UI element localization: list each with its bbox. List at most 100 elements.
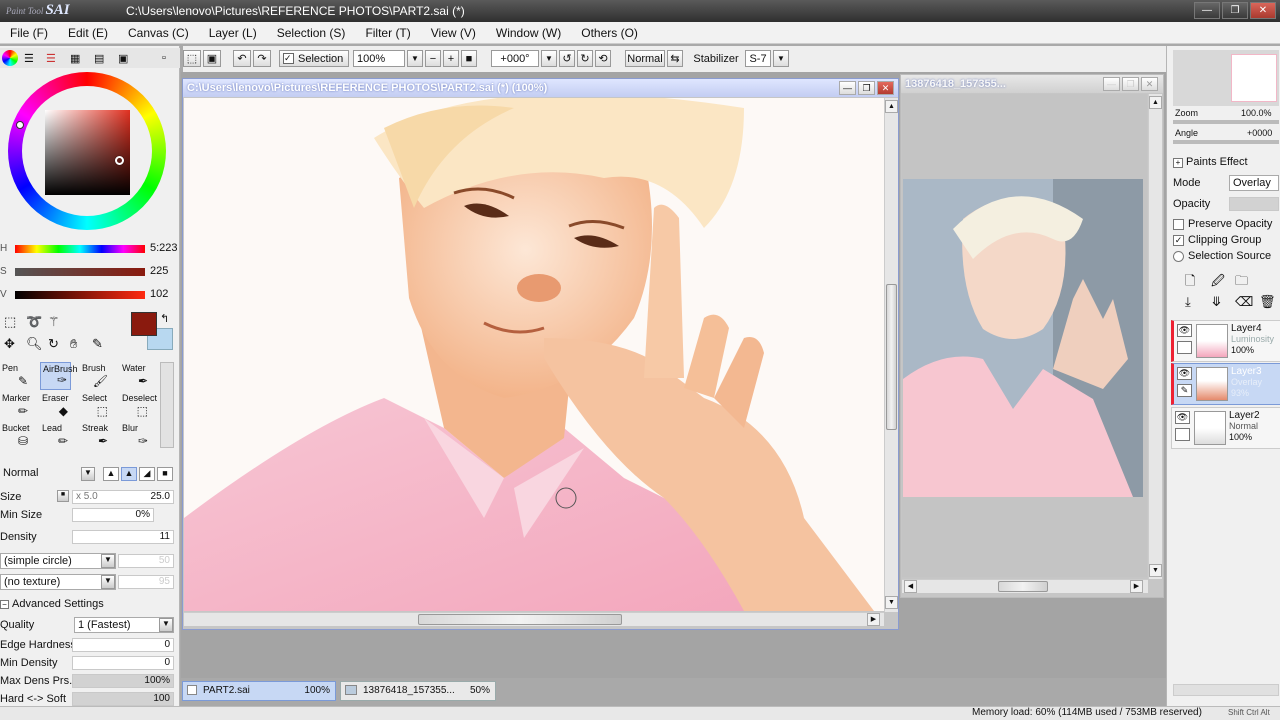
panel-menu-icon[interactable]: ▫ xyxy=(162,52,166,64)
layer-visibility-eye-icon[interactable]: 👁 xyxy=(1177,324,1192,337)
brush-texture-select[interactable]: (no texture) xyxy=(0,574,116,590)
zoom-icon[interactable]: 🔍︎ xyxy=(26,336,43,352)
color-picker-cursor[interactable] xyxy=(115,156,124,165)
menu-selection[interactable]: Selection (S) xyxy=(267,26,356,40)
primary-color-swatch[interactable] xyxy=(131,312,157,336)
marquee-icon[interactable]: ⬚ xyxy=(4,314,16,330)
nav-zoom-slider[interactable] xyxy=(1173,120,1279,124)
zoom-reset-icon[interactable]: ■ xyxy=(461,50,477,67)
tool-grid-scrollbar[interactable] xyxy=(160,362,174,448)
tool-brush[interactable]: Brush 🖌︎ xyxy=(80,362,111,390)
hard-soft-slider[interactable]: 100 xyxy=(72,692,174,706)
menu-canvas[interactable]: Canvas (C) xyxy=(118,26,199,40)
zoom-out-icon[interactable]: − xyxy=(425,50,441,67)
merge-down-icon[interactable]: ⤋ xyxy=(1211,294,1222,310)
tool-marker[interactable]: Marker ✏︎ xyxy=(0,392,31,420)
deselect-tool-icon[interactable]: ⬚ xyxy=(183,50,201,67)
document-tab-reference[interactable]: 13876418_157355... 50% xyxy=(340,681,496,701)
tool-blur[interactable]: Blur ✑ xyxy=(120,422,151,450)
canvas-horizontal-scrollbar[interactable]: ▶ xyxy=(184,612,884,626)
scratchpad-tab-icon[interactable]: ▤ xyxy=(94,52,104,65)
tool-bucket[interactable]: Bucket ⛁ xyxy=(0,422,31,450)
brush-shape-select[interactable]: (simple circle) xyxy=(0,553,116,569)
layer-mode-select[interactable]: Overlay xyxy=(1229,175,1279,191)
selection-toggle[interactable]: ✓ Selection xyxy=(279,50,349,67)
layer-lock-toggle[interactable] xyxy=(1175,428,1190,441)
rotate-reset-icon[interactable]: ⟲ xyxy=(595,50,611,67)
advanced-settings-toggle[interactable]: − Advanced Settings xyxy=(0,598,178,610)
tool-select[interactable]: Select ⬚ xyxy=(80,392,111,420)
min-density-slider[interactable]: 0 xyxy=(72,656,174,670)
new-linework-layer-icon[interactable]: 🖉 xyxy=(1211,272,1225,294)
color-wheel-tab-icon[interactable] xyxy=(2,50,18,66)
invert-selection-icon[interactable]: ▣ xyxy=(203,50,221,67)
swatches-tab-icon[interactable]: ▦ xyxy=(70,52,80,65)
reference-minimize-button[interactable]: — xyxy=(1103,77,1120,91)
canvas-close-button[interactable]: ✕ xyxy=(877,81,894,95)
minimize-button[interactable]: — xyxy=(1194,2,1220,19)
menu-file[interactable]: File (F) xyxy=(0,26,58,40)
rgb-slider-tab-icon[interactable]: ☰ xyxy=(24,52,34,65)
layer-item-selected[interactable]: 👁 ✎ Layer3 Overlay 93% xyxy=(1171,363,1280,405)
delete-layer-icon[interactable]: 🗑 xyxy=(1259,294,1276,310)
new-folder-icon[interactable]: 🗀 xyxy=(1235,272,1248,294)
undo-icon[interactable]: ↶ xyxy=(233,50,251,67)
min-size-slider[interactable]: 0% xyxy=(72,508,154,522)
move-icon[interactable]: ✥ xyxy=(4,336,15,352)
menu-filter[interactable]: Filter (T) xyxy=(355,26,420,40)
clear-layer-icon[interactable]: ⌫ xyxy=(1235,294,1253,310)
close-button[interactable]: ✕ xyxy=(1250,2,1276,19)
layer-visibility-eye-icon[interactable]: 👁 xyxy=(1177,367,1192,380)
canvas-vertical-scrollbar[interactable]: ▲ ▼ xyxy=(884,98,898,612)
tool-eraser[interactable]: Eraser ◆ xyxy=(40,392,71,420)
brush-texture-dropdown-icon[interactable]: ▼ xyxy=(101,575,115,589)
tool-water[interactable]: Water ✒ xyxy=(120,362,151,390)
menu-edit[interactable]: Edit (E) xyxy=(58,26,118,40)
blend-mode-dropdown-icon[interactable]: ▼ xyxy=(81,467,95,481)
hue-slider[interactable]: H 5:223 xyxy=(0,242,180,255)
new-layer-icon[interactable]: 🗋 xyxy=(1185,272,1195,294)
layer-item[interactable]: 👁 Layer2 Normal 100% xyxy=(1171,407,1280,449)
magic-wand-icon[interactable]: ⚚ xyxy=(48,314,60,330)
hand-icon[interactable]: ✋︎ xyxy=(70,336,77,352)
canvas-minimize-button[interactable]: — xyxy=(839,81,856,95)
hue-cursor[interactable] xyxy=(16,121,24,129)
size-slider[interactable]: x 5.0 25.0 xyxy=(72,490,174,504)
blend-mode-select[interactable]: Normal xyxy=(0,466,94,482)
menu-view[interactable]: View (V) xyxy=(421,26,486,40)
density-slider[interactable]: 11 xyxy=(72,530,174,544)
document-tab-part2[interactable]: PART2.sai 100% xyxy=(182,681,336,701)
stabilizer-dropdown-icon[interactable]: ▼ xyxy=(773,50,789,67)
layer-brush-icon[interactable]: ✎ xyxy=(1177,384,1192,397)
rotate-icon[interactable]: ↻ xyxy=(48,336,59,352)
tool-pen[interactable]: Pen ✎ xyxy=(0,362,31,390)
angle-field[interactable]: +000° xyxy=(491,50,539,67)
rotate-left-icon[interactable]: ↺ xyxy=(559,50,575,67)
paints-effect-toggle[interactable]: + Paints Effect xyxy=(1173,156,1248,168)
reference-vertical-scrollbar[interactable]: ▲ ▼ xyxy=(1148,94,1162,579)
hard-shape-icon[interactable]: ▲ xyxy=(103,467,119,481)
canvas-maximize-button[interactable]: ❐ xyxy=(858,81,875,95)
drawing-canvas[interactable] xyxy=(184,98,884,611)
flip-icon[interactable]: ⇆ xyxy=(667,50,683,67)
quality-dropdown-icon[interactable]: ▼ xyxy=(159,618,173,632)
layer-opacity-slider[interactable] xyxy=(1229,197,1279,211)
stabilizer-field[interactable]: S-7 xyxy=(745,50,771,67)
view-mode-button[interactable]: Normal xyxy=(625,50,665,67)
reference-horizontal-scrollbar[interactable]: ◀ ▶ xyxy=(902,579,1148,593)
soft-shape-icon[interactable]: ▲ xyxy=(121,467,137,481)
square-shape-icon[interactable]: ■ xyxy=(157,467,173,481)
edge-hardness-slider[interactable]: 0 xyxy=(72,638,174,652)
layer-item[interactable]: 👁 Layer4 Luminosity 100% xyxy=(1171,320,1280,362)
saturation-slider[interactable]: S 225 xyxy=(0,265,180,278)
tool-lead[interactable]: Lead ✏︎ xyxy=(40,422,71,450)
preserve-opacity-checkbox[interactable] xyxy=(1173,219,1184,230)
zoom-field[interactable]: 100% xyxy=(353,50,405,67)
size-lock-icon[interactable]: ■ xyxy=(57,490,69,502)
layer-visibility-eye-icon[interactable]: 👁 xyxy=(1175,411,1190,424)
nav-angle-slider[interactable] xyxy=(1173,140,1279,144)
rotate-right-icon[interactable]: ↻ xyxy=(577,50,593,67)
eyedropper-icon[interactable]: ✎ xyxy=(92,336,103,352)
brush-shape-dropdown-icon[interactable]: ▼ xyxy=(101,554,115,568)
hsv-slider-tab-icon[interactable]: ☰ xyxy=(46,52,56,65)
